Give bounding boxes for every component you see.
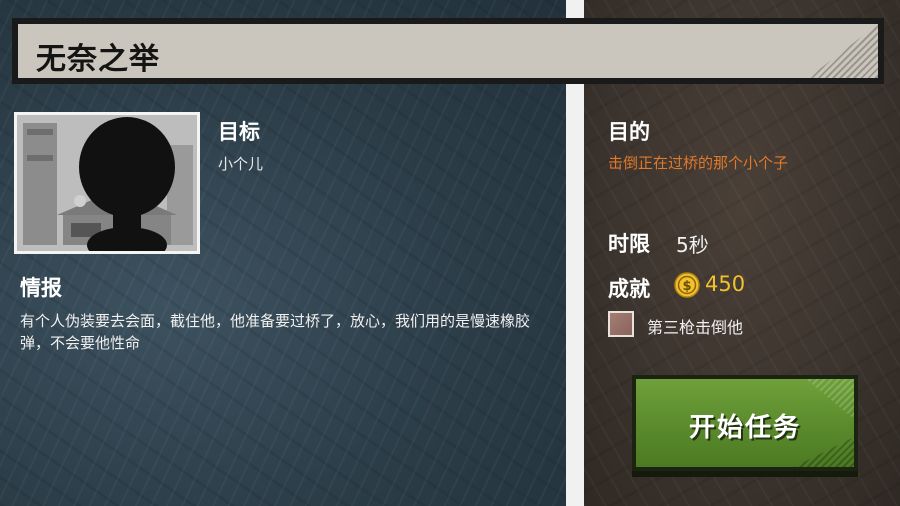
target-portrait (14, 112, 200, 254)
reward-amount: 450 (705, 272, 746, 296)
intel-heading: 情报 (20, 276, 62, 300)
achievement-heading: 成就 (608, 277, 650, 301)
intel-description: 有个人伪装要去会面，截住他，他准备要过桥了，放心，我们用的是慢速橡胶弹，不会要他… (20, 312, 531, 352)
mission-title: 无奈之举 (36, 42, 160, 77)
start-mission-button[interactable]: 开始任务 (632, 375, 858, 471)
target-heading: 目标 (218, 120, 260, 144)
time-limit-heading: 时限 (608, 232, 650, 256)
achievement-bonus-text: 第三枪击倒他 (647, 318, 744, 337)
svg-text:$: $ (682, 279, 691, 294)
time-limit-value: 5秒 (676, 233, 709, 257)
achievement-checkbox (608, 311, 634, 337)
target-name: 小个儿 (218, 155, 264, 173)
start-mission-label: 开始任务 (688, 413, 801, 443)
objective-text: 击倒正在过桥的那个小个子 (608, 154, 789, 172)
dollar-coin-icon: $ (674, 272, 700, 298)
objective-heading: 目的 (608, 120, 650, 144)
mission-title-bar: 无奈之举 (12, 18, 884, 84)
